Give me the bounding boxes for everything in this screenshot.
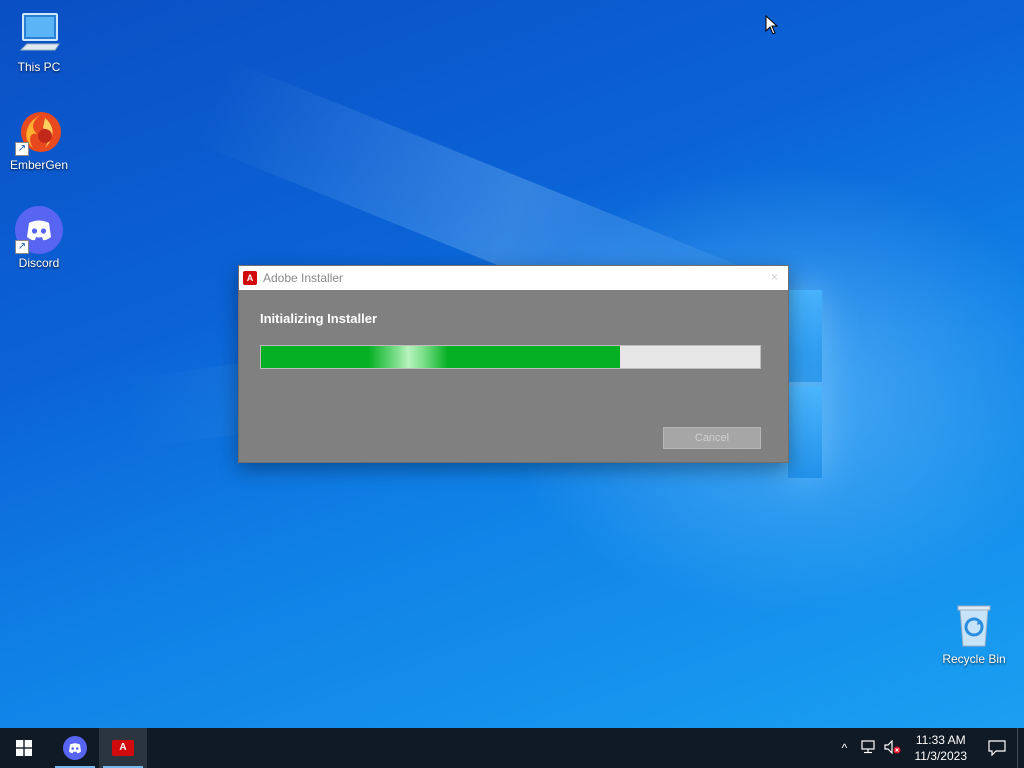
taskbar-discord-button[interactable] xyxy=(51,728,99,768)
window-title: Adobe Installer xyxy=(263,271,344,285)
network-icon[interactable] xyxy=(857,739,881,757)
close-icon[interactable]: × xyxy=(771,270,778,284)
desktop-icon-embergen[interactable]: ↗ EmberGen xyxy=(1,108,77,172)
installer-status-heading: Initializing Installer xyxy=(260,311,378,326)
notification-center-icon[interactable] xyxy=(977,740,1017,756)
progress-bar xyxy=(260,345,761,369)
window-titlebar[interactable]: A Adobe Installer × xyxy=(239,266,788,290)
desktop-icon-label: EmberGen xyxy=(9,158,69,172)
adobe-installer-window[interactable]: A Adobe Installer × Initializing Install… xyxy=(238,265,789,463)
wallpaper-logo-pane xyxy=(788,386,822,478)
desktop-icon-label: Recycle Bin xyxy=(942,652,1006,666)
speaker-muted-icon[interactable] xyxy=(881,739,905,757)
mouse-cursor-icon xyxy=(765,15,779,35)
desktop-icon-label: This PC xyxy=(17,60,61,74)
desktop-icon-label: Discord xyxy=(18,256,60,270)
chevron-up-icon[interactable]: ^ xyxy=(833,741,857,755)
adobe-icon: A xyxy=(243,271,257,285)
shortcut-arrow-icon: ↗ xyxy=(15,240,29,254)
computer-icon xyxy=(15,10,63,58)
discord-icon xyxy=(63,736,87,760)
wallpaper-logo-pane xyxy=(788,290,822,382)
shortcut-arrow-icon: ↗ xyxy=(15,142,29,156)
discord-icon: ↗ xyxy=(15,206,63,254)
desktop[interactable]: This PC ↗ EmberGen ↗ Discord Recycle Bin… xyxy=(0,0,1024,728)
system-tray: ^ 11:33 AM 11/3/2023 xyxy=(833,728,1024,768)
taskbar-adobe-installer-button[interactable]: A xyxy=(99,728,147,768)
clock[interactable]: 11:33 AM 11/3/2023 xyxy=(905,732,978,764)
desktop-icon-this-pc[interactable]: This PC xyxy=(1,10,77,74)
progress-bar-fill xyxy=(261,346,621,368)
desktop-icon-discord[interactable]: ↗ Discord xyxy=(1,206,77,270)
show-desktop-button[interactable] xyxy=(1017,728,1024,768)
adobe-icon: A xyxy=(112,740,134,756)
recycle-bin-icon xyxy=(950,602,998,650)
clock-date: 11/3/2023 xyxy=(914,749,968,763)
start-button[interactable] xyxy=(0,728,48,768)
clock-time: 11:33 AM xyxy=(915,733,966,747)
windows-icon xyxy=(16,740,32,756)
taskbar: A ^ 11:33 AM 11/3/2023 xyxy=(0,728,1024,768)
embergen-flame-icon: ↗ xyxy=(15,108,63,156)
desktop-icon-recycle-bin[interactable]: Recycle Bin xyxy=(936,602,1012,666)
cancel-button[interactable]: Cancel xyxy=(663,427,761,449)
